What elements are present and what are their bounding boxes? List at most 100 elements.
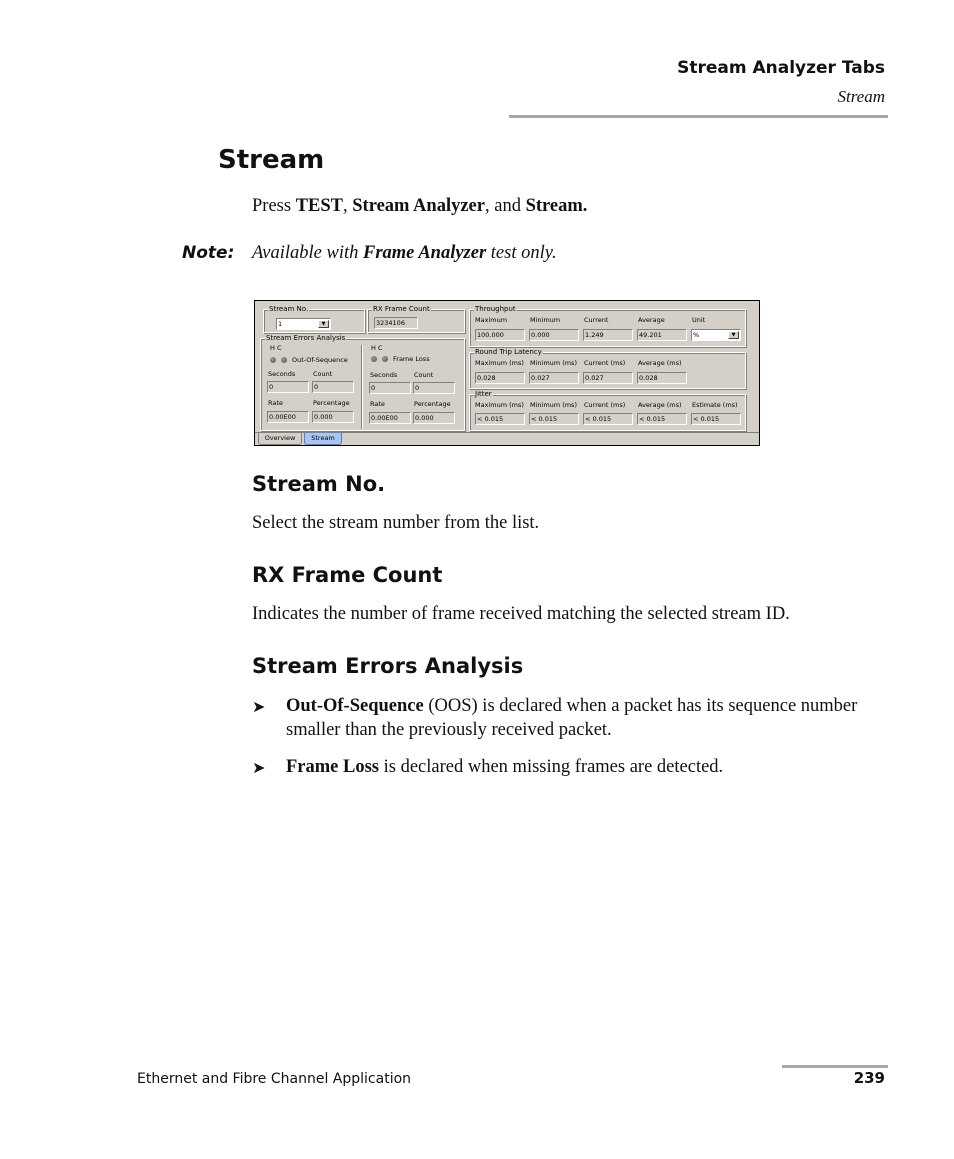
section-title-stream-no: Stream No. <box>252 472 386 496</box>
instruction-bold-stream-analyzer: Stream Analyzer <box>352 196 485 216</box>
instruction-sep: , and <box>484 196 526 216</box>
section-title-stream-errors: Stream Errors Analysis <box>252 654 524 678</box>
throughput-group: Throughput Maximum Minimum Current Avera… <box>469 305 746 347</box>
fl-rate-field: 0.00E00 <box>369 412 411 424</box>
throughput-average-field: 49.201 <box>637 329 687 341</box>
section-title-rx-frame-count: RX Frame Count <box>252 563 443 587</box>
bullet-bold: Out-Of-Sequence <box>286 696 424 716</box>
latency-current-label: Current (ms) <box>584 359 626 367</box>
header-rule <box>509 115 888 118</box>
bullet-bold: Frame Loss <box>286 757 379 777</box>
chevron-down-icon[interactable]: ▼ <box>318 320 329 328</box>
note-suffix: test only. <box>486 243 557 263</box>
latency-title: Round Trip Latency <box>474 348 543 356</box>
rx-frame-count-group: RX Frame Count 3234106 <box>367 305 465 333</box>
instruction-sep: , <box>343 196 353 216</box>
latency-max-field: 0.028 <box>475 372 525 384</box>
throughput-current-label: Current <box>584 316 609 324</box>
latency-group: Round Trip Latency Maximum (ms) Minimum … <box>469 348 746 389</box>
oos-rate-label: Rate <box>268 399 283 407</box>
oos-rate-field: 0.00E00 <box>267 411 309 423</box>
section-body-stream-no: Select the stream number from the list. <box>252 513 540 533</box>
bullet-text: is declared when missing frames are dete… <box>379 757 724 777</box>
jitter-group: Jitter Maximum (ms) Minimum (ms) Current… <box>469 390 746 431</box>
fl-count-label: Count <box>414 371 434 379</box>
latency-average-label: Average (ms) <box>638 359 682 367</box>
note-label: Note: <box>182 243 235 263</box>
instruction-bold-stream: Stream. <box>525 196 588 216</box>
instruction-text: Press <box>252 196 296 216</box>
latency-max-label: Maximum (ms) <box>475 359 524 367</box>
latency-min-label: Minimum (ms) <box>530 359 577 367</box>
tab-overview[interactable]: Overview <box>258 433 302 445</box>
jitter-min-field: < 0.015 <box>529 413 579 425</box>
bullet-item: Out-Of-Sequence (OOS) is declared when a… <box>286 694 886 742</box>
jitter-average-field: < 0.015 <box>637 413 687 425</box>
throughput-unit-label: Unit <box>692 316 706 324</box>
oos-percentage-field: 0.000 <box>312 411 354 423</box>
unit-value: % <box>693 331 700 339</box>
instruction-bold-test: TEST <box>295 196 343 216</box>
throughput-min-field: 0.000 <box>529 329 579 341</box>
stream-no-group: Stream No. 1 ▼ <box>263 305 365 333</box>
note-bold: Frame Analyzer <box>363 243 487 263</box>
history-led-icon <box>270 357 276 363</box>
stream-no-select[interactable]: 1 ▼ <box>276 318 331 330</box>
fl-percentage-field: 0.000 <box>413 412 455 424</box>
oos-seconds-field: 0 <box>267 381 309 393</box>
stream-errors-group: Stream Errors Analysis H C Out-Of-Sequen… <box>260 334 465 431</box>
jitter-current-label: Current (ms) <box>584 401 626 409</box>
throughput-current-field: 1.249 <box>583 329 633 341</box>
latency-current-field: 0.027 <box>583 372 633 384</box>
divider <box>361 345 362 429</box>
stream-no-title: Stream No. <box>268 305 310 313</box>
footer-title: Ethernet and Fibre Channel Application <box>137 1071 412 1087</box>
latency-average-field: 0.028 <box>637 372 687 384</box>
rx-frame-count-title: RX Frame Count <box>372 305 431 313</box>
jitter-estimate-field: < 0.015 <box>691 413 741 425</box>
fl-rate-label: Rate <box>370 400 385 408</box>
stream-no-value: 1 <box>278 320 283 328</box>
footer-rule <box>782 1065 888 1068</box>
oos-seconds-label: Seconds <box>268 370 296 378</box>
tab-stream[interactable]: Stream <box>304 433 342 445</box>
jitter-min-label: Minimum (ms) <box>530 401 577 409</box>
bullet-item: Frame Loss is declared when missing fram… <box>286 755 886 779</box>
jitter-max-field: < 0.015 <box>475 413 525 425</box>
stream-tab-screenshot: Stream No. 1 ▼ RX Frame Count 3234106 St… <box>254 300 760 446</box>
fl-seconds-field: 0 <box>369 382 411 394</box>
jitter-current-field: < 0.015 <box>583 413 633 425</box>
section-body-rx-frame-count: Indicates the number of frame received m… <box>252 604 790 624</box>
stream-errors-title: Stream Errors Analysis <box>265 334 347 342</box>
jitter-estimate-label: Estimate (ms) <box>692 401 738 409</box>
chevron-down-icon[interactable]: ▼ <box>728 331 739 339</box>
history-led-icon <box>371 356 377 362</box>
fl-seconds-label: Seconds <box>370 371 398 379</box>
arrow-bullet-icon: ➤ <box>252 697 266 716</box>
throughput-min-label: Minimum <box>530 316 561 324</box>
throughput-unit-select[interactable]: % ▼ <box>691 329 741 341</box>
frame-loss-label: Frame Loss <box>393 355 430 363</box>
throughput-max-label: Maximum <box>475 316 508 324</box>
page-title: Stream <box>218 145 325 175</box>
fl-percentage-label: Percentage <box>414 400 451 408</box>
arrow-bullet-icon: ➤ <box>252 758 266 777</box>
note-text: Available with Frame Analyzer test only. <box>252 243 557 264</box>
current-led-icon <box>281 357 287 363</box>
oos-count-field: 0 <box>312 381 354 393</box>
jitter-title: Jitter <box>474 390 493 398</box>
jitter-average-label: Average (ms) <box>638 401 682 409</box>
running-header-title: Stream Analyzer Tabs <box>677 58 885 78</box>
latency-min-field: 0.027 <box>529 372 579 384</box>
throughput-average-label: Average <box>638 316 665 324</box>
current-led-icon <box>382 356 388 362</box>
jitter-max-label: Maximum (ms) <box>475 401 524 409</box>
instruction-paragraph: Press TEST, Stream Analyzer, and Stream. <box>252 196 587 217</box>
rx-frame-count-field: 3234106 <box>374 317 418 329</box>
oos-label: Out-Of-Sequence <box>292 356 348 364</box>
note-prefix: Available with <box>252 243 363 263</box>
throughput-max-field: 100.000 <box>475 329 525 341</box>
page-number: 239 <box>853 1069 885 1087</box>
hc-label: H C <box>270 344 282 352</box>
oos-count-label: Count <box>313 370 333 378</box>
